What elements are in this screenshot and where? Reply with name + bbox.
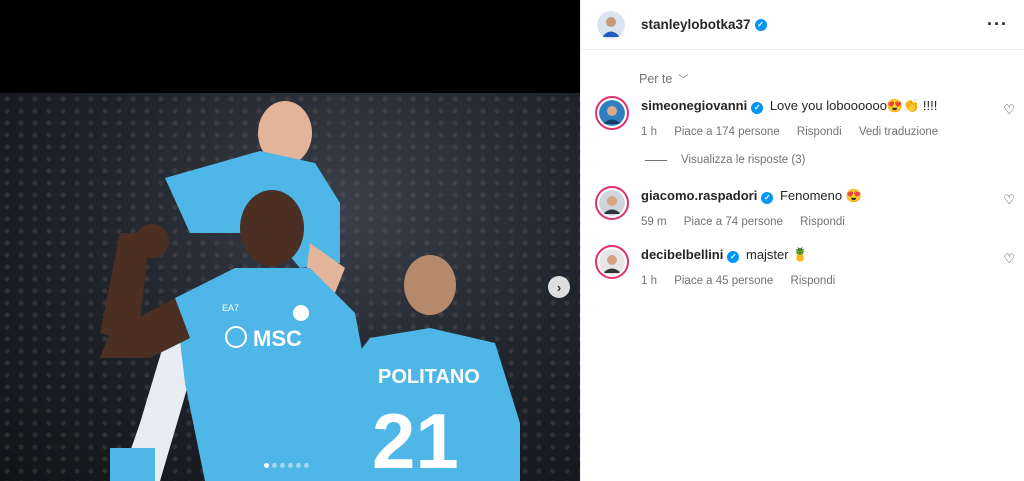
- author-username[interactable]: stanleylobotka37: [641, 17, 751, 32]
- comment-text: Love you loboooooo😍👏 !!!!: [769, 98, 938, 113]
- comment-likes-link[interactable]: Piace a 45 persone: [674, 275, 773, 287]
- comment-likes-link[interactable]: Piace a 74 persone: [684, 216, 783, 228]
- heart-icon[interactable]: ♡: [1003, 102, 1015, 118]
- see-translation-button[interactable]: Vedi traduzione: [859, 126, 938, 138]
- author-avatar[interactable]: [597, 10, 625, 39]
- comment-time: 1 h: [641, 275, 657, 287]
- comment-item: giacomo.raspadori ✓ Fenomeno 😍 59 m Piace…: [595, 186, 1015, 236]
- post-side-panel: stanleylobotka37 ✓ ··· Per te ﹀ simeoneg…: [580, 0, 1024, 481]
- comment-likes-link[interactable]: Piace a 174 persone: [674, 126, 780, 138]
- commenter-avatar[interactable]: [595, 245, 629, 279]
- comment-item: simeonegiovanni ✓ Love you loboooooo😍👏 !!…: [595, 96, 1015, 146]
- carousel-indicator: [264, 463, 309, 468]
- svg-text:EA7: EA7: [222, 303, 239, 313]
- svg-text:POLITANO: POLITANO: [378, 366, 480, 388]
- comments-sort-dropdown[interactable]: Per te ﹀: [639, 71, 689, 87]
- carousel-dot: [304, 463, 309, 468]
- commenter-username[interactable]: decibelbellini: [641, 247, 723, 262]
- comment-item: decibelbellini ✓ majster 🍍 1 h Piace a 45…: [595, 245, 1015, 295]
- verified-badge-icon: ✓: [751, 102, 764, 114]
- players-illustration: MSC EA7 POLITANO 21: [100, 101, 520, 481]
- replies-divider: [645, 159, 667, 161]
- more-horizontal-icon[interactable]: ···: [987, 14, 1008, 35]
- commenter-username[interactable]: simeonegiovanni: [641, 98, 747, 113]
- reply-button[interactable]: Rispondi: [800, 216, 845, 228]
- heart-icon[interactable]: ♡: [1003, 251, 1015, 267]
- carousel-dot: [264, 463, 269, 468]
- sort-label: Per te: [639, 71, 673, 86]
- heart-icon[interactable]: ♡: [1003, 192, 1015, 208]
- carousel-dot: [272, 463, 277, 468]
- commenter-username[interactable]: giacomo.raspadori: [641, 188, 757, 203]
- chevron-down-icon: ﹀: [678, 75, 689, 86]
- carousel-dot: [296, 463, 301, 468]
- verified-badge-icon: ✓: [754, 18, 767, 31]
- comment-text: majster 🍍: [745, 247, 809, 262]
- post-photo[interactable]: MSC EA7 POLITANO 21: [0, 93, 580, 481]
- commenter-avatar[interactable]: [595, 186, 629, 220]
- reply-button[interactable]: Rispondi: [797, 126, 842, 138]
- commenter-avatar[interactable]: [595, 96, 629, 130]
- comment-text: Fenomeno 😍: [779, 188, 862, 203]
- verified-badge-icon: ✓: [727, 251, 740, 263]
- comment-time: 59 m: [641, 216, 667, 228]
- jersey-sponsor-text: MSC: [253, 326, 302, 351]
- comment-time: 1 h: [641, 126, 657, 138]
- svg-text:MSC: MSC: [253, 326, 302, 351]
- verified-badge-icon: ✓: [761, 192, 774, 204]
- reply-button[interactable]: Rispondi: [791, 275, 836, 287]
- post-header: stanleylobotka37 ✓ ···: [581, 0, 1024, 50]
- view-replies-button[interactable]: Visualizza le risposte (3): [645, 154, 805, 166]
- svg-text:21: 21: [372, 397, 459, 481]
- carousel-dot: [288, 463, 293, 468]
- carousel-dot: [280, 463, 285, 468]
- post-media: MSC EA7 POLITANO 21 ›: [0, 0, 580, 481]
- next-slide-button[interactable]: ›: [548, 276, 570, 298]
- view-replies-label: Visualizza le risposte (3): [681, 154, 806, 166]
